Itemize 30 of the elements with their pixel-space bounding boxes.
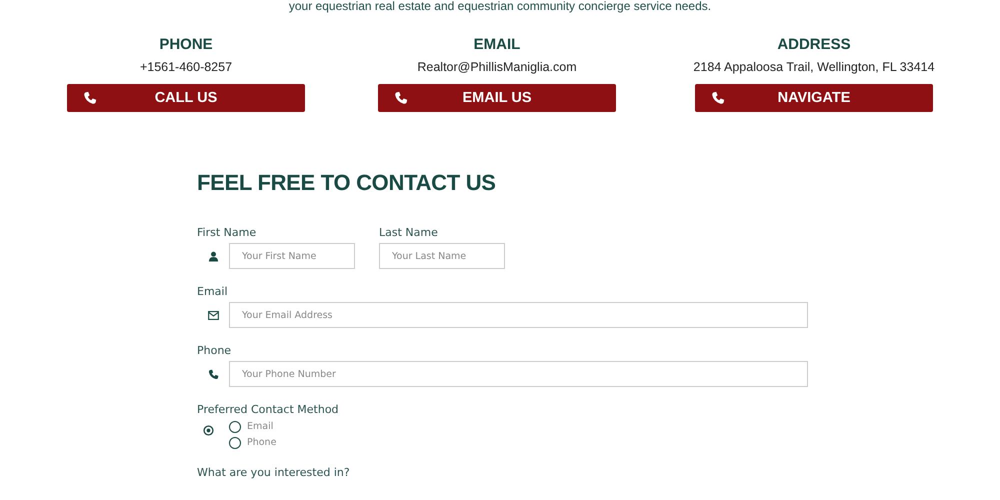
contact-button[interactable]: NAVIGATE	[695, 84, 933, 112]
phone-icon	[394, 91, 408, 105]
dot-circle-icon	[203, 425, 214, 436]
contact-heading: EMAIL	[474, 36, 520, 54]
field-label: What are you interested in?	[197, 466, 351, 480]
input-field[interactable]: Your Phone Number	[229, 361, 808, 387]
intro-text: your equestrian real estate and equestrian community concierge service needs.	[288, 0, 712, 10]
phone-icon	[208, 368, 218, 380]
field-label: Preferred Contact Method	[197, 403, 340, 417]
phone-icon	[83, 91, 97, 105]
envelope-icon	[208, 310, 218, 320]
contact-value: 2184 Appaloosa Trail, Wellington, FL 33414	[693, 60, 935, 74]
radio-option[interactable]: Email	[229, 420, 276, 434]
input-field[interactable]: Your First Name	[229, 243, 355, 269]
field-label: Email	[197, 285, 229, 299]
contact-heading: ADDRESS	[777, 36, 851, 54]
form-title: FEEL FREE TO CONTACT US	[197, 170, 497, 196]
phone-icon	[711, 91, 725, 105]
user-icon	[208, 250, 218, 262]
field-label: Last Name	[379, 226, 439, 240]
contact-value: +1561-460-8257	[140, 60, 232, 74]
contact-heading: PHONE	[159, 36, 213, 54]
radio-option[interactable]: Phone	[229, 436, 276, 450]
contact-button[interactable]: EMAIL US	[378, 84, 616, 112]
contact-button[interactable]: CALL US	[67, 84, 305, 112]
input-field[interactable]: Your Email Address	[229, 302, 808, 328]
field-label: Phone	[197, 344, 232, 358]
input-field[interactable]: Your Last Name	[379, 243, 505, 269]
contact-value: Realtor@PhillisManiglia.com	[417, 60, 577, 74]
field-label: First Name	[197, 226, 258, 240]
